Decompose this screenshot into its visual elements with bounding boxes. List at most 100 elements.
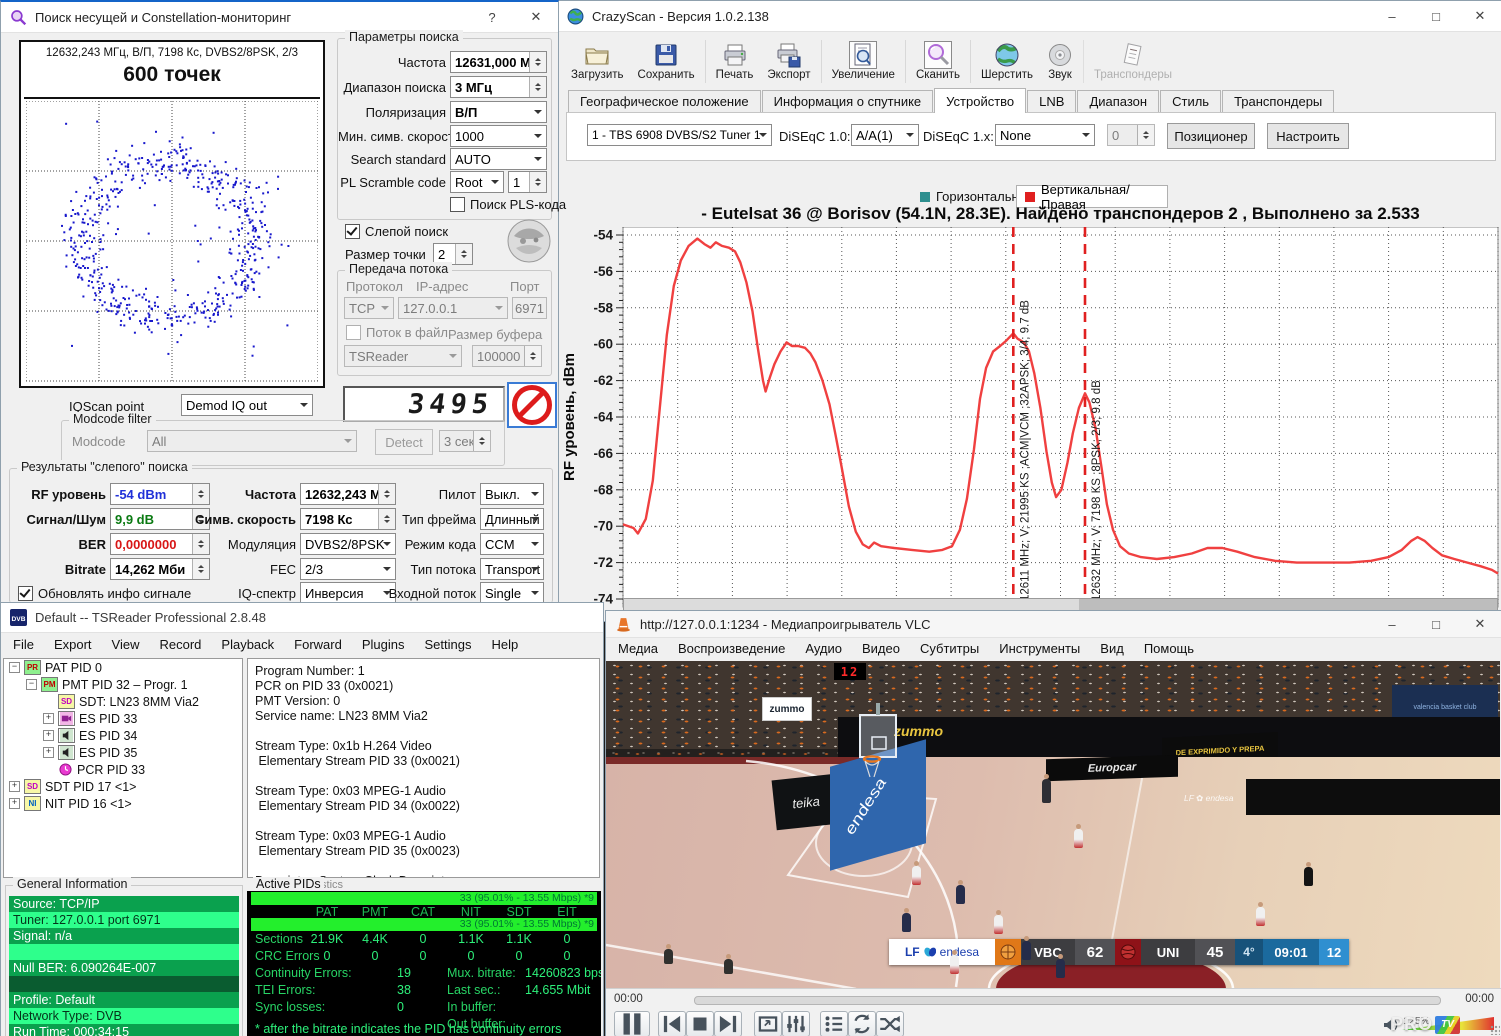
close-button[interactable]: ✕: [1458, 1, 1501, 31]
tree-item[interactable]: −PRPAT PID 0: [4, 659, 242, 676]
menu-item[interactable]: Settings: [414, 633, 481, 656]
menu-item[interactable]: Forward: [284, 633, 352, 656]
menu-item[interactable]: Помощь: [1134, 637, 1204, 660]
constellation-titlebar[interactable]: Поиск несущей и Constellation-мониторинг…: [1, 2, 558, 33]
pl-code-stepper[interactable]: 1: [508, 171, 547, 193]
stop-button[interactable]: [686, 1011, 714, 1036]
menu-item[interactable]: Help: [481, 633, 528, 656]
stop-button[interactable]: [507, 382, 557, 428]
tree-item[interactable]: SDSDT: LN23 8MM Via2: [4, 693, 242, 710]
loop-button[interactable]: [848, 1011, 876, 1036]
resize-grip[interactable]: [1490, 1025, 1500, 1035]
menu-item[interactable]: File: [3, 633, 44, 656]
maximize-button[interactable]: □: [1414, 611, 1458, 637]
spectrum-chart[interactable]: -54-56-58-60-62-64-66-68-70-72-7412611 M…: [558, 227, 1501, 621]
diseqc1x-select[interactable]: None: [995, 124, 1095, 146]
tree-item[interactable]: −PMPMT PID 32 – Progr. 1: [4, 676, 242, 693]
menu-item[interactable]: Plugins: [352, 633, 415, 656]
pilot-select[interactable]: Выкл.: [480, 483, 544, 505]
blind-search-checkbox[interactable]: [345, 224, 360, 239]
position-stepper[interactable]: 0: [1107, 124, 1155, 146]
tree-item[interactable]: +NINIT PID 16 <1>: [4, 795, 242, 812]
menu-item[interactable]: Аудио: [795, 637, 852, 660]
minimize-button[interactable]: –: [1370, 611, 1414, 637]
help-button[interactable]: ?: [470, 2, 514, 32]
tree-item[interactable]: +ES PID 34: [4, 727, 242, 744]
tree-item[interactable]: PCR PID 33: [4, 761, 242, 778]
spinner-arrows[interactable]: [473, 431, 490, 451]
extended-settings-button[interactable]: [782, 1011, 810, 1036]
tab[interactable]: Стиль: [1160, 90, 1221, 113]
menu-item[interactable]: Record: [149, 633, 211, 656]
tree-item[interactable]: +SDSDT PID 17 <1>: [4, 778, 242, 795]
stream-type-select[interactable]: Transport: [480, 558, 544, 580]
tab[interactable]: Транспондеры: [1222, 90, 1334, 113]
spinner-arrows[interactable]: [455, 244, 472, 264]
spinner-arrows[interactable]: [524, 346, 541, 366]
tab[interactable]: Географическое положение: [568, 90, 761, 113]
toolbar-button[interactable]: Сохранить: [631, 40, 702, 83]
stream-to-file-checkbox[interactable]: [346, 325, 361, 340]
tree-expander[interactable]: +: [43, 747, 54, 758]
protocol-select[interactable]: TCP: [344, 297, 394, 319]
spinner-arrows[interactable]: [529, 52, 546, 72]
minimize-button[interactable]: –: [1370, 1, 1414, 31]
iqscan-select[interactable]: Demod IQ out: [181, 394, 313, 416]
toolbar-button[interactable]: Печать: [705, 40, 761, 83]
next-button[interactable]: [714, 1011, 742, 1036]
tab[interactable]: LNB: [1027, 90, 1076, 113]
pl-mode-select[interactable]: Root: [450, 171, 504, 193]
detect-interval-stepper[interactable]: 3 сек: [439, 430, 491, 452]
spinner-arrows[interactable]: [529, 172, 546, 192]
tree-expander[interactable]: −: [26, 679, 37, 690]
toolbar-button[interactable]: Звук: [1040, 40, 1080, 83]
toolbar-button[interactable]: Транспондеры: [1083, 40, 1179, 83]
vlc-titlebar[interactable]: http://127.0.0.1:1234 - Медиапроигрывате…: [606, 611, 1501, 638]
menu-item[interactable]: Export: [44, 633, 102, 656]
min-symrate-combo[interactable]: 1000: [450, 125, 547, 147]
toolbar-button[interactable]: Загрузить: [564, 40, 631, 83]
menu-item[interactable]: Вид: [1090, 637, 1134, 660]
tab[interactable]: Диапазон: [1077, 90, 1159, 113]
toolbar-button[interactable]: Сканить: [905, 40, 967, 83]
chart-scrollbar-thumb[interactable]: [624, 599, 1079, 610]
toolbar-button[interactable]: Увеличение: [821, 40, 902, 83]
tree-expander[interactable]: +: [9, 781, 20, 792]
modcode-select[interactable]: All: [147, 430, 357, 452]
configure-button[interactable]: Настроить: [1267, 123, 1349, 149]
search-standard-select[interactable]: AUTO: [450, 148, 547, 170]
spinner-arrows[interactable]: [529, 77, 546, 97]
positioner-button[interactable]: Позиционер: [1167, 123, 1255, 149]
previous-button[interactable]: [658, 1011, 686, 1036]
tuner-select[interactable]: 1 - TBS 6908 DVBS/S2 Tuner 1: [587, 124, 772, 146]
frequency-field[interactable]: 12631,000 МГц: [450, 51, 547, 73]
detect-button[interactable]: Detect: [375, 429, 433, 455]
maximize-button[interactable]: □: [1414, 1, 1458, 31]
tree-expander[interactable]: +: [43, 713, 54, 724]
buffer-size-stepper[interactable]: 100000: [472, 345, 542, 367]
polarization-select[interactable]: В/П: [450, 101, 547, 123]
menu-item[interactable]: Медиа: [608, 637, 668, 660]
tree-expander[interactable]: +: [9, 798, 20, 809]
toolbar-button[interactable]: Шерстить: [970, 40, 1040, 83]
tree-expander[interactable]: +: [43, 730, 54, 741]
pid-tree[interactable]: −PRPAT PID 0−PMPMT PID 32 – Progr. 1SDSD…: [3, 658, 243, 878]
frame-type-select[interactable]: Длинный: [480, 508, 544, 530]
tsreader-titlebar[interactable]: DVB Default -- TSReader Professional 2.8…: [1, 603, 603, 633]
spinner-arrows[interactable]: [1137, 125, 1154, 145]
shuffle-button[interactable]: [876, 1011, 904, 1036]
range-field[interactable]: 3 МГц: [450, 76, 547, 98]
menu-item[interactable]: Playback: [211, 633, 284, 656]
code-mode-select[interactable]: CCM: [480, 533, 544, 555]
menu-item[interactable]: Воспроизведение: [668, 637, 795, 660]
reader-select[interactable]: TSReader: [344, 345, 462, 367]
playlist-button[interactable]: [820, 1011, 848, 1036]
tab[interactable]: Информация о спутнике: [762, 90, 934, 113]
menu-item[interactable]: Субтитры: [910, 637, 989, 660]
toolbar-button[interactable]: Экспорт: [760, 40, 817, 83]
tab[interactable]: Устройство: [934, 88, 1026, 113]
pls-search-checkbox[interactable]: [450, 197, 465, 212]
diseqc10-select[interactable]: A/A(1): [851, 124, 919, 146]
menu-item[interactable]: Видео: [852, 637, 910, 660]
close-button[interactable]: ✕: [1458, 611, 1501, 637]
